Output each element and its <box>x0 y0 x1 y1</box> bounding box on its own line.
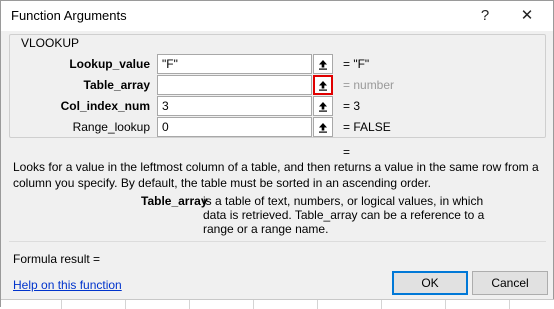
arg-result-col-index-num: = 3 <box>343 99 361 113</box>
col-index-num-input[interactable] <box>157 96 312 116</box>
title-bar[interactable]: Function Arguments ? ✕ <box>1 1 553 31</box>
collapse-dialog-button[interactable] <box>313 96 333 116</box>
range-lookup-input[interactable] <box>157 117 312 137</box>
lookup-value-input[interactable] <box>157 54 312 74</box>
collapse-arrow-icon <box>319 80 327 91</box>
arg-row-col-index-num: Col_index_num = 3 <box>1 96 554 116</box>
collapse-arrow-icon <box>319 101 327 112</box>
divider <box>9 241 546 242</box>
arg-label-table-array: Table_array <box>83 78 151 92</box>
help-button[interactable]: ? <box>471 4 499 28</box>
arg-result-lookup-value: = "F" <box>343 57 370 71</box>
arg-result-table-array: = number <box>343 78 395 92</box>
arg-help-text: is a table of text, numbers, or logical … <box>203 194 485 236</box>
help-on-function-link[interactable]: Help on this function <box>13 278 122 292</box>
function-arguments-dialog: Function Arguments ? ✕ VLOOKUP Lookup_va… <box>0 0 554 309</box>
function-name-label: VLOOKUP <box>19 36 82 50</box>
collapse-dialog-button[interactable] <box>313 75 333 95</box>
table-array-input[interactable] <box>157 75 312 95</box>
arg-label-range-lookup: Range_lookup <box>72 120 150 134</box>
arg-label-lookup-value: Lookup_value <box>69 57 150 71</box>
arg-result-range-lookup: = FALSE <box>343 120 391 134</box>
arg-row-lookup-value: Lookup_value = "F" <box>1 54 554 74</box>
close-button[interactable]: ✕ <box>513 4 541 28</box>
collapse-arrow-icon <box>319 59 327 70</box>
arg-row-table-array: Table_array = number <box>1 75 554 95</box>
arg-label-col-index-num: Col_index_num <box>60 99 150 113</box>
arg-row-range-lookup: Range_lookup = FALSE <box>1 117 554 137</box>
function-description: Looks for a value in the leftmost column… <box>13 160 539 190</box>
collapse-dialog-button[interactable] <box>313 54 333 74</box>
collapse-arrow-icon <box>319 122 327 133</box>
function-result-value: = <box>343 145 351 159</box>
collapse-dialog-button[interactable] <box>313 117 333 137</box>
dialog-title: Function Arguments <box>11 8 127 23</box>
ok-button[interactable]: OK <box>392 271 468 295</box>
arg-help-name: Table_array <box>141 194 208 208</box>
cancel-button[interactable]: Cancel <box>472 271 548 295</box>
formula-result: Formula result = <box>13 252 101 266</box>
